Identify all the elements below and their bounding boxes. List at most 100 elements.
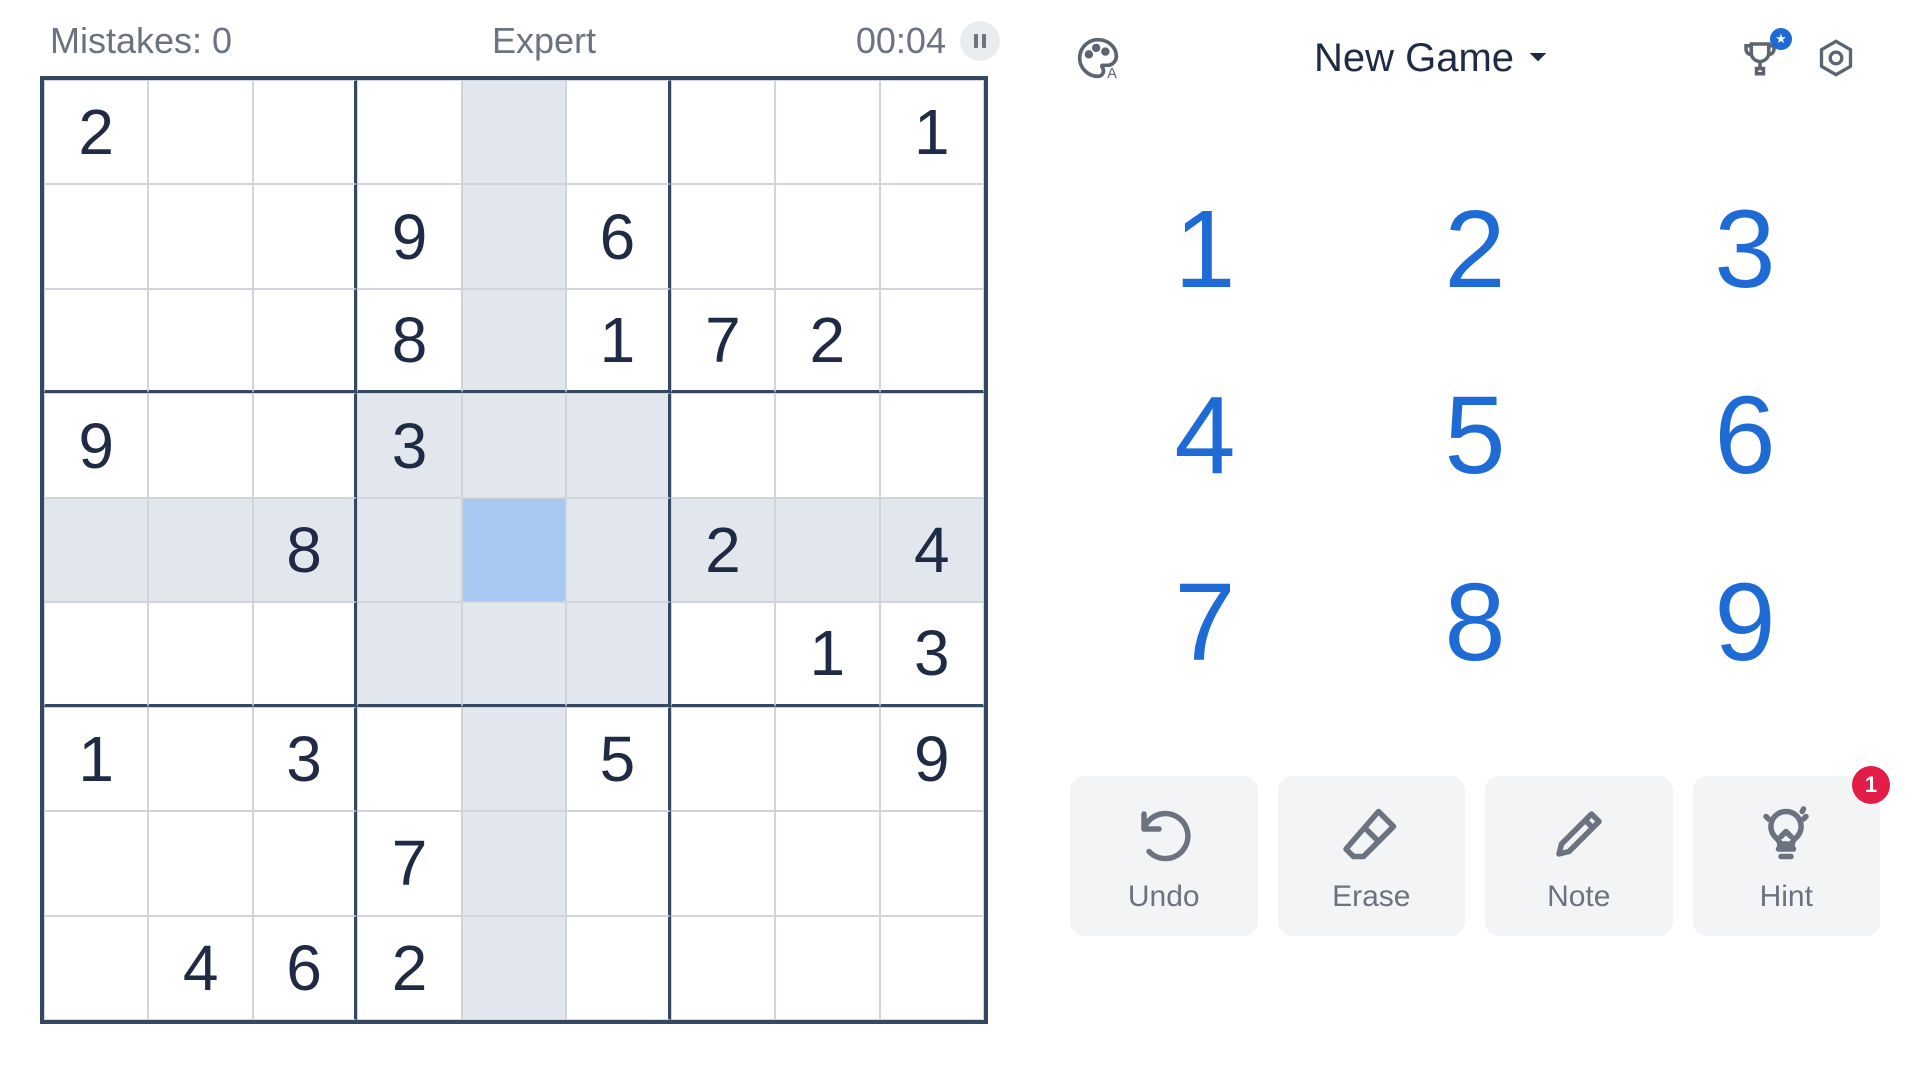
sudoku-cell[interactable]: 2: [775, 289, 879, 393]
new-game-button[interactable]: New Game: [1314, 36, 1548, 81]
sudoku-cell[interactable]: 2: [357, 916, 461, 1020]
sudoku-cell[interactable]: 3: [880, 602, 984, 706]
sudoku-cell[interactable]: 7: [357, 811, 461, 915]
sudoku-cell[interactable]: [462, 289, 566, 393]
sudoku-cell[interactable]: [566, 80, 670, 184]
sudoku-cell[interactable]: [462, 811, 566, 915]
sudoku-cell[interactable]: [462, 602, 566, 706]
sudoku-cell[interactable]: [462, 184, 566, 288]
sudoku-cell[interactable]: [462, 916, 566, 1020]
sudoku-cell[interactable]: [44, 602, 148, 706]
numpad-7[interactable]: 7: [1070, 529, 1340, 716]
numpad-9[interactable]: 9: [1610, 529, 1880, 716]
sudoku-cell[interactable]: [775, 80, 879, 184]
sudoku-cell[interactable]: [566, 811, 670, 915]
sudoku-cell[interactable]: [880, 811, 984, 915]
sudoku-cell[interactable]: [44, 289, 148, 393]
sudoku-cell[interactable]: [566, 602, 670, 706]
undo-button[interactable]: Undo: [1070, 776, 1258, 936]
sudoku-cell[interactable]: [148, 80, 252, 184]
numpad-3[interactable]: 3: [1610, 156, 1880, 343]
numpad-5[interactable]: 5: [1340, 343, 1610, 530]
sudoku-cell[interactable]: 5: [566, 707, 670, 811]
sudoku-cell[interactable]: [253, 811, 357, 915]
hint-button[interactable]: Hint 1: [1693, 776, 1881, 936]
sudoku-cell[interactable]: [357, 707, 461, 811]
sudoku-cell[interactable]: [775, 393, 879, 497]
sudoku-cell[interactable]: [148, 289, 252, 393]
sudoku-cell[interactable]: [357, 498, 461, 602]
sudoku-cell[interactable]: [253, 80, 357, 184]
sudoku-cell[interactable]: [253, 184, 357, 288]
sudoku-cell[interactable]: [775, 811, 879, 915]
sudoku-cell[interactable]: 6: [253, 916, 357, 1020]
sudoku-cell[interactable]: 4: [880, 498, 984, 602]
sudoku-cell[interactable]: [671, 80, 775, 184]
sudoku-cell[interactable]: [880, 184, 984, 288]
sudoku-cell[interactable]: [148, 393, 252, 497]
numpad-2[interactable]: 2: [1340, 156, 1610, 343]
sudoku-cell[interactable]: 3: [253, 707, 357, 811]
sudoku-cell[interactable]: [44, 916, 148, 1020]
erase-button[interactable]: Erase: [1278, 776, 1466, 936]
sudoku-cell[interactable]: 7: [671, 289, 775, 393]
note-button[interactable]: Note: [1485, 776, 1673, 936]
sudoku-cell[interactable]: [148, 184, 252, 288]
sudoku-cell[interactable]: 1: [775, 602, 879, 706]
sudoku-cell[interactable]: [148, 602, 252, 706]
sudoku-cell[interactable]: 4: [148, 916, 252, 1020]
sudoku-cell[interactable]: [566, 916, 670, 1020]
numpad-8[interactable]: 8: [1340, 529, 1610, 716]
numpad-6[interactable]: 6: [1610, 343, 1880, 530]
sudoku-cell[interactable]: 1: [44, 707, 148, 811]
numpad-4[interactable]: 4: [1070, 343, 1340, 530]
sudoku-cell[interactable]: [671, 393, 775, 497]
sudoku-cell[interactable]: 8: [357, 289, 461, 393]
sudoku-cell[interactable]: 9: [357, 184, 461, 288]
sudoku-cell[interactable]: 9: [880, 707, 984, 811]
pause-button[interactable]: [960, 21, 1000, 61]
sudoku-cell[interactable]: [775, 184, 879, 288]
sudoku-cell[interactable]: [462, 707, 566, 811]
sudoku-cell[interactable]: [44, 498, 148, 602]
sudoku-cell[interactable]: [357, 80, 461, 184]
sudoku-cell[interactable]: 1: [880, 80, 984, 184]
sudoku-cell[interactable]: [253, 393, 357, 497]
sudoku-cell[interactable]: [148, 498, 252, 602]
sudoku-cell[interactable]: [671, 184, 775, 288]
sudoku-cell[interactable]: [775, 498, 879, 602]
sudoku-cell[interactable]: [880, 289, 984, 393]
sudoku-cell[interactable]: [462, 498, 566, 602]
sudoku-cell[interactable]: 1: [566, 289, 670, 393]
sudoku-cell[interactable]: [148, 707, 252, 811]
sudoku-cell[interactable]: [566, 498, 670, 602]
settings-button[interactable]: [1812, 34, 1860, 82]
sudoku-cell[interactable]: [880, 393, 984, 497]
sudoku-cell[interactable]: [148, 811, 252, 915]
theme-button[interactable]: A: [1070, 30, 1126, 86]
sudoku-cell[interactable]: 3: [357, 393, 461, 497]
sudoku-cell[interactable]: [253, 602, 357, 706]
sudoku-cell[interactable]: [671, 811, 775, 915]
sudoku-cell[interactable]: [44, 184, 148, 288]
sudoku-cell[interactable]: [44, 811, 148, 915]
sudoku-cell[interactable]: [880, 916, 984, 1020]
sudoku-cell[interactable]: 6: [566, 184, 670, 288]
sudoku-cell[interactable]: 9: [44, 393, 148, 497]
sudoku-cell[interactable]: 8: [253, 498, 357, 602]
sudoku-cell[interactable]: [462, 80, 566, 184]
sudoku-cell[interactable]: [357, 602, 461, 706]
sudoku-cell[interactable]: 2: [44, 80, 148, 184]
sudoku-cell[interactable]: 2: [671, 498, 775, 602]
sudoku-cell[interactable]: [671, 602, 775, 706]
sudoku-cell[interactable]: [671, 707, 775, 811]
numpad-1[interactable]: 1: [1070, 156, 1340, 343]
sudoku-cell[interactable]: [775, 707, 879, 811]
sudoku-cell[interactable]: [566, 393, 670, 497]
sudoku-cell[interactable]: [775, 916, 879, 1020]
sudoku-cell[interactable]: [253, 289, 357, 393]
sudoku-cell[interactable]: [462, 393, 566, 497]
trophy-button[interactable]: ★: [1736, 34, 1784, 82]
svg-text:A: A: [1107, 66, 1117, 80]
sudoku-cell[interactable]: [671, 916, 775, 1020]
